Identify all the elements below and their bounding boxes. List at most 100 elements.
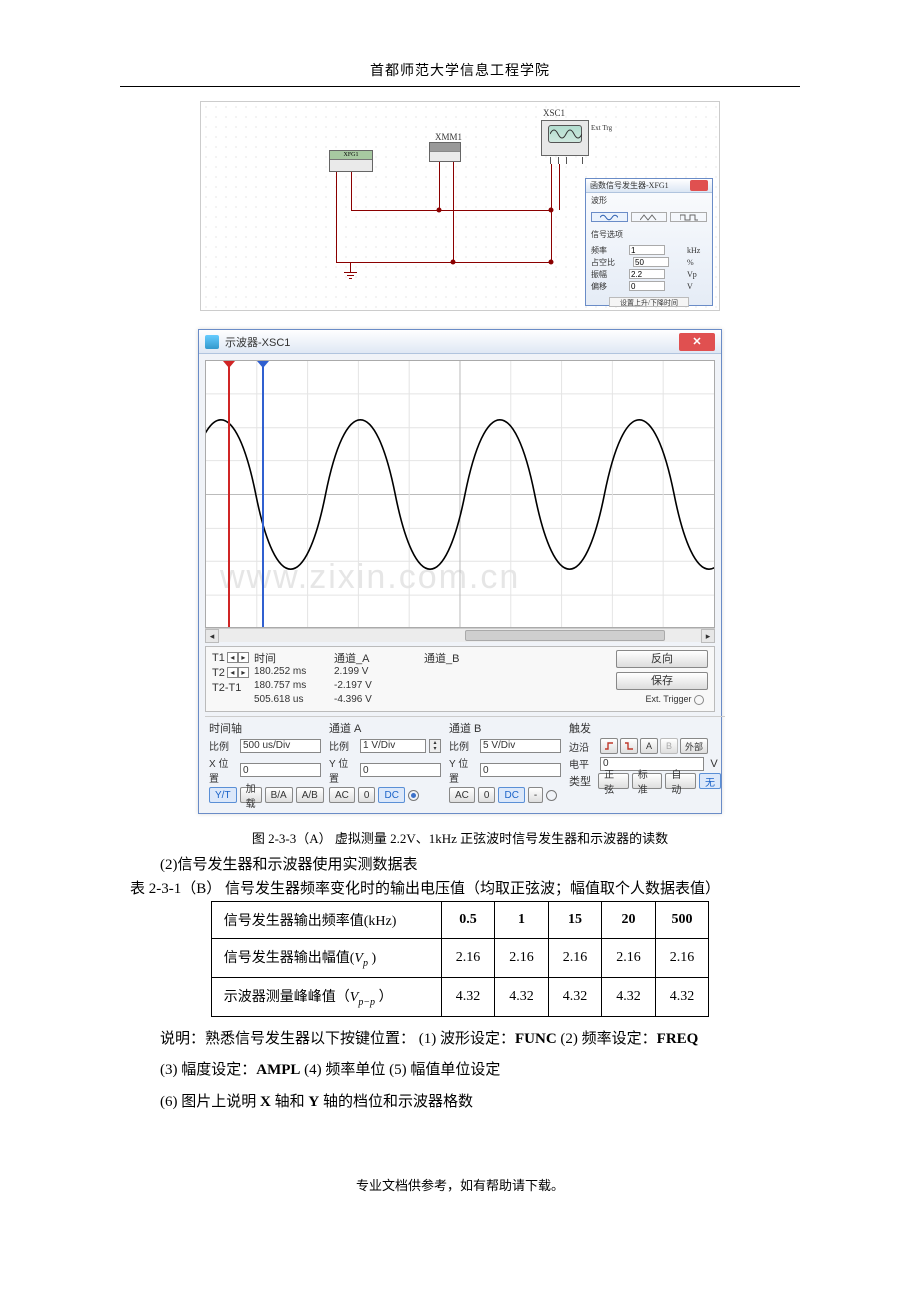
edge-rise-button[interactable]: [600, 738, 618, 754]
table-row: 信号发生器输出幅值(Vp ) 2.16 2.16 2.16 2.16 2.16: [211, 939, 709, 978]
sine-wave-button[interactable]: [591, 212, 628, 222]
chB-scale-input[interactable]: 5 V/Div: [480, 739, 561, 753]
chA-scale-input[interactable]: 1 V/Div: [360, 739, 426, 753]
figure-caption: 图 2-3-3（A） 虚拟测量 2.2V、1kHz 正弦波时信号发生器和示波器的…: [0, 828, 920, 847]
t2-chA: -2.197 V: [334, 680, 424, 694]
notes-paragraph-1: 说明：熟悉信号发生器以下按键位置： (1) 波形设定：FUNC (2) 频率设定…: [160, 1027, 760, 1053]
tb-xpos-input[interactable]: 0: [240, 763, 321, 777]
type-none-button[interactable]: 无: [699, 773, 721, 789]
chB-minus-button[interactable]: -: [528, 787, 543, 803]
cell: 2.16: [548, 939, 602, 978]
save-button[interactable]: 保存: [616, 672, 708, 690]
rise-fall-time-button[interactable]: 设置上升/下降时间: [609, 297, 689, 307]
duty-unit: %: [687, 258, 707, 267]
chA-jack[interactable]: [408, 790, 419, 801]
type-auto-button[interactable]: 自动: [665, 773, 696, 789]
row-ampl-head: 信号发生器输出幅值(Vp ): [211, 939, 441, 978]
col-chB: 通道_B: [424, 650, 514, 666]
chB-zero-button[interactable]: 0: [478, 787, 496, 803]
tb-xpos-label: X 位置: [209, 755, 237, 785]
scroll-right-icon[interactable]: ▸: [701, 629, 715, 643]
close-icon[interactable]: [690, 180, 708, 191]
signal-section-label: 信号选项: [586, 227, 712, 242]
header-rule: [120, 86, 800, 87]
edge-label: 边沿: [569, 739, 597, 754]
readout-panel: T1 ◂▸ T2 ◂▸ T2-T1 时间 通道_A 通道_B 180.252 m…: [205, 646, 715, 712]
timebase-column: 时间轴 比例500 us/Div X 位置0 Y/T 加载 B/A A/B: [205, 716, 325, 807]
reverse-button[interactable]: 反向: [616, 650, 708, 668]
type-label: 类型: [569, 773, 595, 789]
level-label: 电平: [569, 756, 597, 771]
yt-button[interactable]: Y/T: [209, 787, 237, 803]
add-button[interactable]: 加载: [240, 787, 262, 803]
diff-label: T2-T1: [212, 682, 241, 694]
circuit-figure: XSC1 Ext Trg XMM1 XFG1 函数信号发生器-XFG1 波形: [200, 101, 720, 311]
chB-dc-button[interactable]: DC: [498, 787, 524, 803]
cursor-t1[interactable]: [228, 363, 230, 627]
cursor-t2[interactable]: [262, 363, 264, 627]
chB-ypos-input[interactable]: 0: [480, 763, 561, 777]
duty-input[interactable]: [633, 257, 669, 267]
ext-trigger-jack[interactable]: [694, 695, 704, 705]
edge-ext-button[interactable]: 外部: [680, 738, 708, 754]
scroll-left-icon[interactable]: ◂: [205, 629, 219, 643]
controls-panel: 时间轴 比例500 us/Div X 位置0 Y/T 加载 B/A A/B 通道…: [205, 716, 715, 807]
xsc-label: XSC1: [543, 108, 565, 118]
ab-button[interactable]: A/B: [296, 787, 324, 803]
notes-paragraph-3: (6) 图片上说明 X 轴和 Y 轴的档位和示波器格数: [160, 1090, 760, 1116]
row-pp-head: 示波器测量峰峰值（Vp−p ）: [211, 977, 441, 1016]
xmm-icon: [429, 142, 461, 162]
cell: 2.16: [495, 939, 549, 978]
chB-scale-label: 比例: [449, 738, 477, 753]
cell: 0.5: [441, 902, 495, 939]
tb-scale-label: 比例: [209, 738, 237, 753]
ampl-unit: Vp: [687, 270, 707, 279]
offset-label: 偏移: [591, 281, 607, 292]
cell: 4.32: [441, 977, 495, 1016]
edge-fall-button[interactable]: [620, 738, 638, 754]
ampl-input[interactable]: [629, 269, 665, 279]
oscilloscope-title: 示波器-XSC1: [225, 334, 290, 350]
offset-input[interactable]: [629, 281, 665, 291]
chA-dc-button[interactable]: DC: [378, 787, 404, 803]
type-normal-button[interactable]: 标准: [632, 773, 663, 789]
app-icon: [205, 335, 219, 349]
tb-scale-input[interactable]: 500 us/Div: [240, 739, 321, 753]
cell: 4.32: [548, 977, 602, 1016]
t1-time: 180.252 ms: [254, 666, 334, 680]
col-time: 时间: [254, 650, 334, 666]
ext-trigger-label: Ext. Trigger: [645, 694, 691, 704]
chA-ac-button[interactable]: AC: [329, 787, 355, 803]
type-sine-button[interactable]: 正弦: [598, 773, 629, 789]
edge-b-button[interactable]: B: [660, 738, 678, 754]
chA-ypos-input[interactable]: 0: [360, 763, 441, 777]
page-footer: 专业文档供参考，如有帮助请下载。: [0, 1175, 920, 1194]
scroll-thumb[interactable]: [465, 630, 665, 641]
cell: 4.32: [655, 977, 709, 1016]
t2-stepper[interactable]: ◂▸: [227, 667, 249, 678]
ampl-label: 振幅: [591, 269, 607, 280]
edge-a-button[interactable]: A: [640, 738, 658, 754]
waveform-scrollbar[interactable]: ◂ ▸: [205, 628, 715, 642]
cell: 20: [602, 902, 656, 939]
offset-unit: V: [687, 282, 707, 291]
freq-input[interactable]: [629, 245, 665, 255]
chB-ac-button[interactable]: AC: [449, 787, 475, 803]
chA-scale-spin[interactable]: ▴▾: [429, 739, 441, 753]
ba-button[interactable]: B/A: [265, 787, 293, 803]
cell: 2.16: [655, 939, 709, 978]
trigger-title: 触发: [569, 720, 721, 736]
cell: 500: [655, 902, 709, 939]
cell: 15: [548, 902, 602, 939]
freq-label: 频率: [591, 245, 607, 256]
chA-zero-button[interactable]: 0: [358, 787, 376, 803]
close-icon[interactable]: ✕: [679, 333, 715, 351]
t1-stepper[interactable]: ◂▸: [227, 652, 249, 663]
cell: 1: [495, 902, 549, 939]
triangle-wave-button[interactable]: [631, 212, 668, 222]
chB-jack[interactable]: [546, 790, 557, 801]
square-wave-button[interactable]: [670, 212, 707, 222]
chA-ypos-label: Y 位置: [329, 755, 357, 785]
xfg1-icon: XFG1: [329, 150, 373, 172]
cell: 4.32: [602, 977, 656, 1016]
